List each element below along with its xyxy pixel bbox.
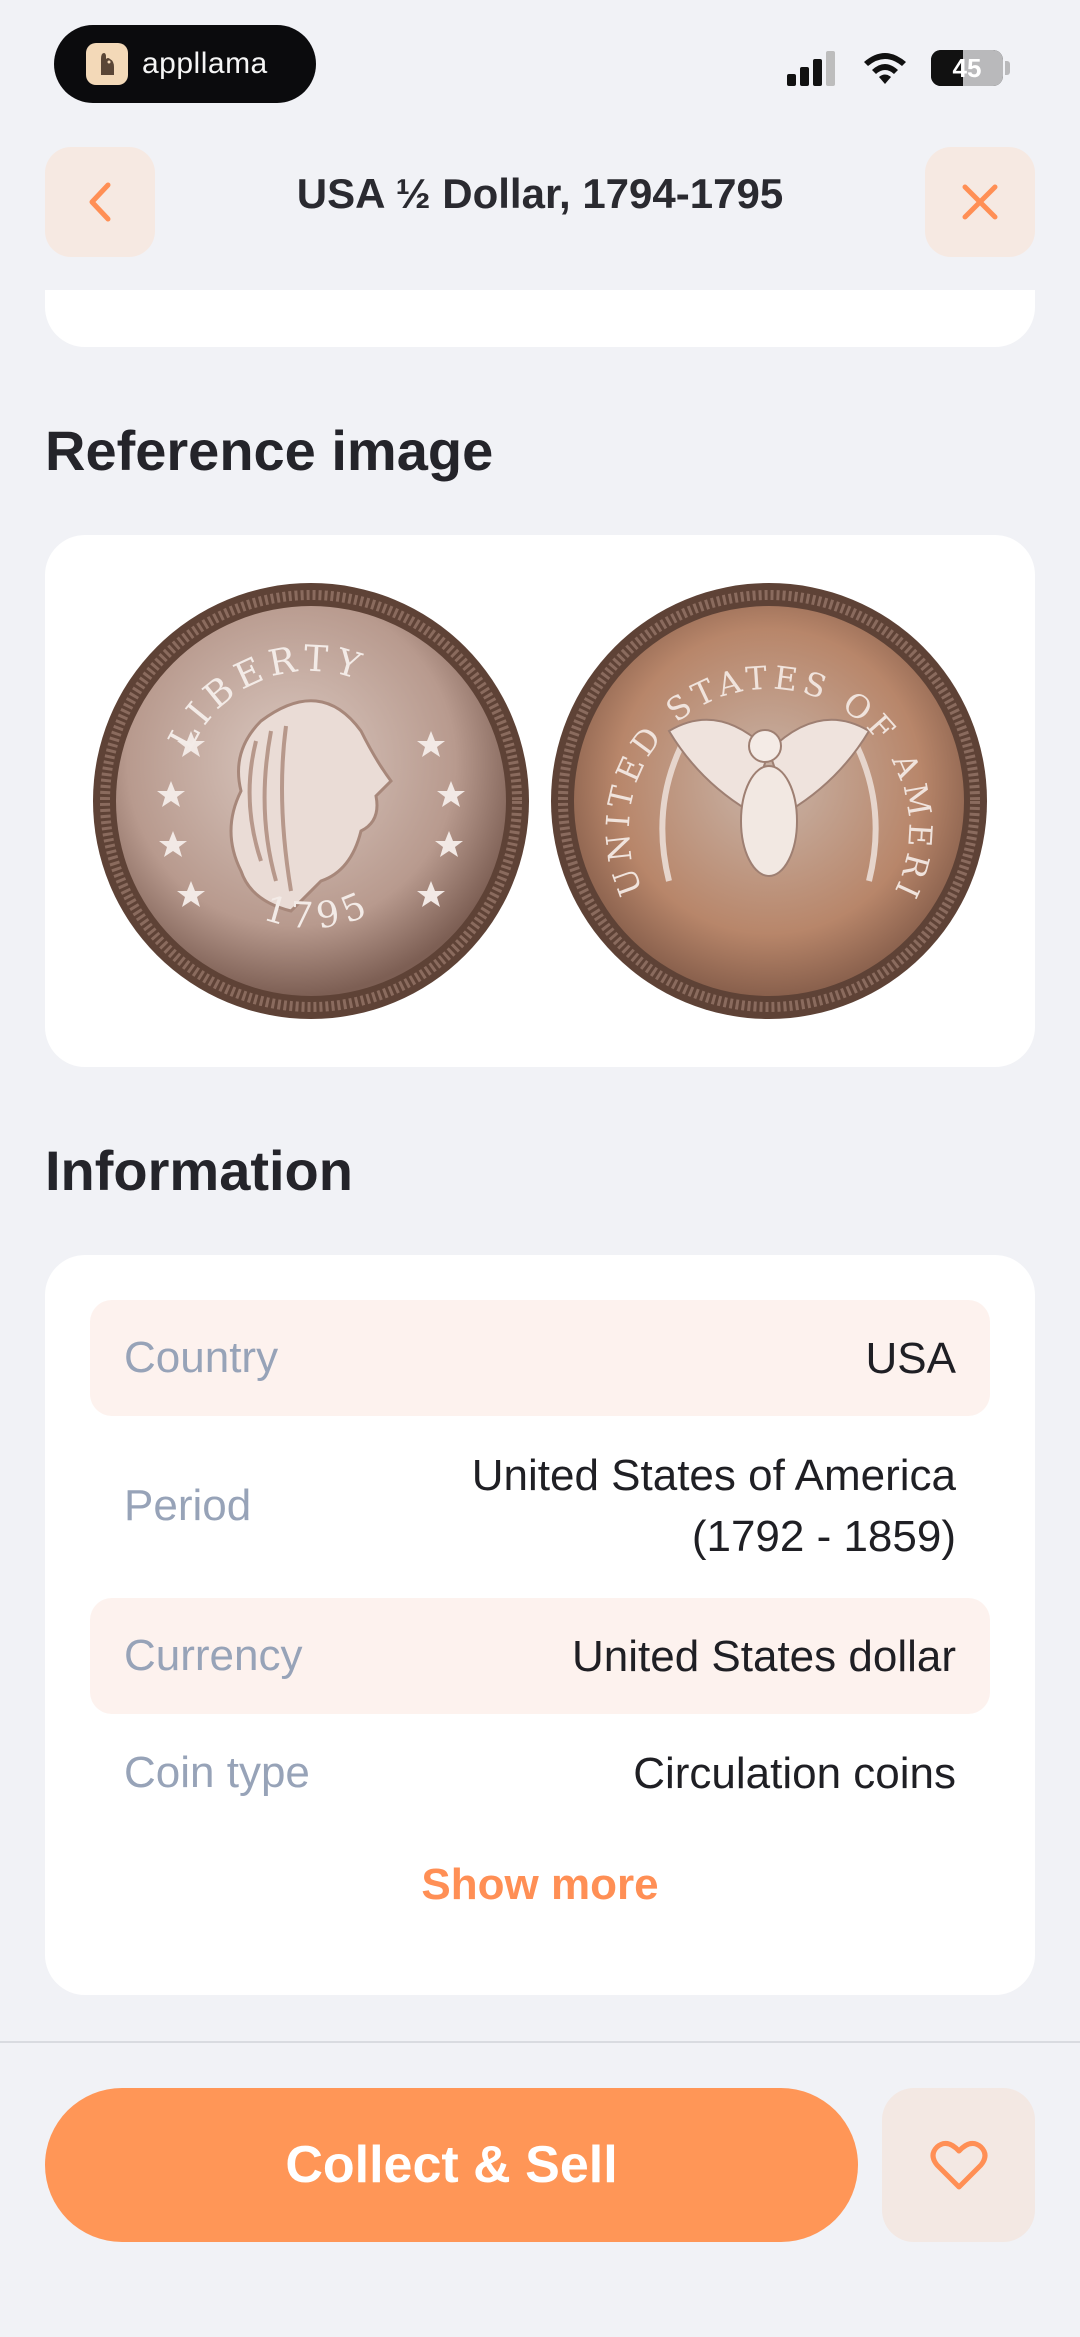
info-key: Currency <box>124 1631 303 1680</box>
previous-card-bottom <box>45 290 1035 347</box>
info-key: Coin type <box>124 1748 310 1797</box>
info-value: USA <box>865 1333 956 1383</box>
collect-and-sell-button[interactable]: Collect & Sell <box>45 2088 858 2242</box>
battery-level: 45 <box>952 52 982 83</box>
info-row-country: Country USA <box>90 1300 990 1416</box>
page-title: USA ½ Dollar, 1794-1795 <box>296 170 784 217</box>
heart-icon <box>930 2140 987 2190</box>
info-value: Circulation coins <box>633 1748 956 1798</box>
favorite-button[interactable] <box>882 2088 1035 2242</box>
info-key: Period <box>124 1481 252 1530</box>
battery-icon: 45 <box>931 50 1003 86</box>
status-icons: 45 <box>785 50 1010 86</box>
brand-name: appllama <box>142 47 268 80</box>
information-heading: Information <box>45 1139 353 1202</box>
info-value-line-1: United States of America <box>471 1451 956 1500</box>
info-value-line-2: (1792 - 1859) <box>691 1512 956 1561</box>
info-row-coin-type: Coin type Circulation coins <box>90 1715 990 1831</box>
show-more-link[interactable]: Show more <box>45 1860 1035 1910</box>
llama-logo-icon <box>86 43 128 85</box>
signal-icon <box>787 51 835 86</box>
coin-obverse-image: LIBERTY 1795 <box>93 583 529 1019</box>
close-button[interactable] <box>925 147 1035 257</box>
wifi-icon <box>864 53 906 84</box>
back-arrow-icon <box>89 182 111 222</box>
info-value: United States of America (1792 - 1859) <box>472 1445 956 1567</box>
info-key: Country <box>124 1333 279 1382</box>
coin-reverse-image: UNITED STATES OF AMERICA <box>549 581 987 1019</box>
info-row-period: Period United States of America (1792 - … <box>90 1436 990 1576</box>
info-value: United States dollar <box>572 1631 956 1681</box>
back-button[interactable] <box>45 147 155 257</box>
information-card: Country USA Period United States of Amer… <box>45 1255 1035 1995</box>
reference-image-card[interactable]: LIBERTY 1795 UNITED STATES OF AMERICA <box>45 535 1035 1067</box>
brand-pill: appllama <box>54 25 316 103</box>
reference-image-heading: Reference image <box>45 419 494 482</box>
footer-divider <box>0 2041 1080 2043</box>
close-icon <box>962 184 998 220</box>
info-row-currency: Currency United States dollar <box>90 1598 990 1714</box>
